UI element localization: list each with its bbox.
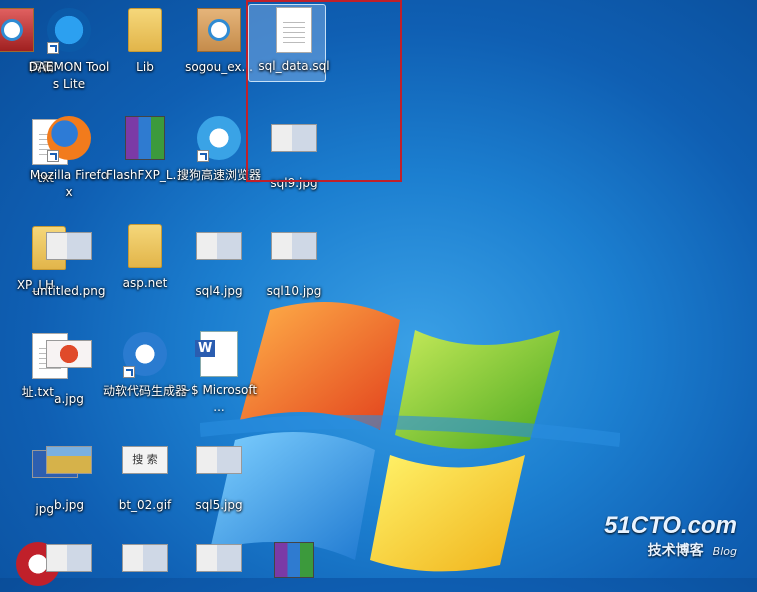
winrar-archive-icon	[121, 116, 169, 164]
sogou-browser-icon	[195, 116, 243, 164]
desktop-icon-sql10[interactable]: sql10.jpg	[252, 222, 336, 300]
desktop-icon-a-jpg[interactable]: a.jpg	[27, 330, 111, 408]
folder-icon	[121, 8, 169, 56]
firefox-icon	[45, 116, 93, 164]
icon-label: sql4.jpg	[195, 284, 243, 298]
desktop-icon-partial-4[interactable]	[177, 540, 261, 592]
shortcut-arrow-icon	[123, 366, 135, 378]
code-generator-icon	[121, 332, 169, 380]
folder-icon	[121, 224, 169, 272]
site-watermark: 51CTO.com 技术博客 Blog	[604, 512, 737, 560]
desktop-icon-lib[interactable]: Lib	[103, 6, 187, 76]
windows-logo-wallpaper	[200, 302, 620, 572]
image-file-icon	[121, 544, 169, 592]
icon-label: b.jpg	[54, 498, 84, 512]
image-file-icon	[270, 232, 318, 280]
icon-label: 动软代码生成器	[103, 384, 188, 398]
icon-label: sql5.jpg	[195, 498, 243, 512]
desktop-icon-partial-2[interactable]	[27, 540, 111, 592]
winrar-archive-icon	[270, 542, 318, 590]
icon-label: DAEMON Tools Lite	[28, 60, 110, 91]
image-file-icon	[195, 232, 243, 280]
image-file-icon	[195, 446, 243, 494]
icon-label: Lib	[136, 60, 154, 74]
desktop-icon-aspnet[interactable]: asp.net	[103, 222, 187, 292]
desktop-icon-firefox[interactable]: Mozilla Firefox	[27, 114, 111, 201]
word-document-icon	[195, 331, 243, 379]
watermark-site: 51CTO.com	[604, 512, 737, 539]
daemon-tools-icon	[45, 8, 93, 56]
watermark-blog: Blog	[712, 545, 737, 558]
icon-label: ~$ Microsoft ...	[180, 383, 258, 414]
desktop-icon-sql5[interactable]: sql5.jpg	[177, 436, 261, 514]
desktop-icon-flashfxp[interactable]: FlashFXP_L...	[103, 114, 187, 184]
icon-label: sql10.jpg	[266, 284, 322, 298]
image-file-icon	[195, 544, 243, 592]
icon-label: untitled.png	[32, 284, 106, 298]
desktop-icon-untitled[interactable]: untitled.png	[27, 222, 111, 300]
icon-label: asp.net	[122, 276, 168, 290]
annotation-highlight-rectangle	[246, 0, 402, 182]
desktop-icon-sql4[interactable]: sql4.jpg	[177, 222, 261, 300]
shortcut-arrow-icon	[47, 42, 59, 54]
image-file-icon: 搜 索	[121, 446, 169, 494]
shortcut-arrow-icon	[197, 150, 209, 162]
desktop-icon-bt-02[interactable]: 搜 索 bt_02.gif	[103, 436, 187, 514]
icon-label: bt_02.gif	[118, 498, 172, 512]
icon-label: a.jpg	[54, 392, 84, 406]
image-file-icon	[45, 340, 93, 388]
image-file-icon	[45, 446, 93, 494]
desktop-icon-partial-3[interactable]	[103, 540, 187, 592]
installer-box-icon	[195, 8, 243, 56]
desktop-icon-partial-5[interactable]	[252, 540, 336, 590]
shortcut-arrow-icon	[47, 150, 59, 162]
image-file-icon	[45, 544, 93, 592]
icon-label: FlashFXP_L...	[106, 168, 184, 182]
desktop-icon-b-jpg[interactable]: b.jpg	[27, 436, 111, 514]
image-file-icon	[45, 232, 93, 280]
desktop-icon-microsoft[interactable]: ~$ Microsoft ...	[177, 330, 261, 416]
desktop-icon-dongruan[interactable]: 动软代码生成器	[103, 330, 187, 400]
icon-label: Mozilla Firefox	[29, 168, 109, 199]
desktop-icon-daemon[interactable]: DAEMON Tools Lite	[27, 6, 111, 93]
watermark-tagline: 技术博客	[647, 543, 704, 559]
